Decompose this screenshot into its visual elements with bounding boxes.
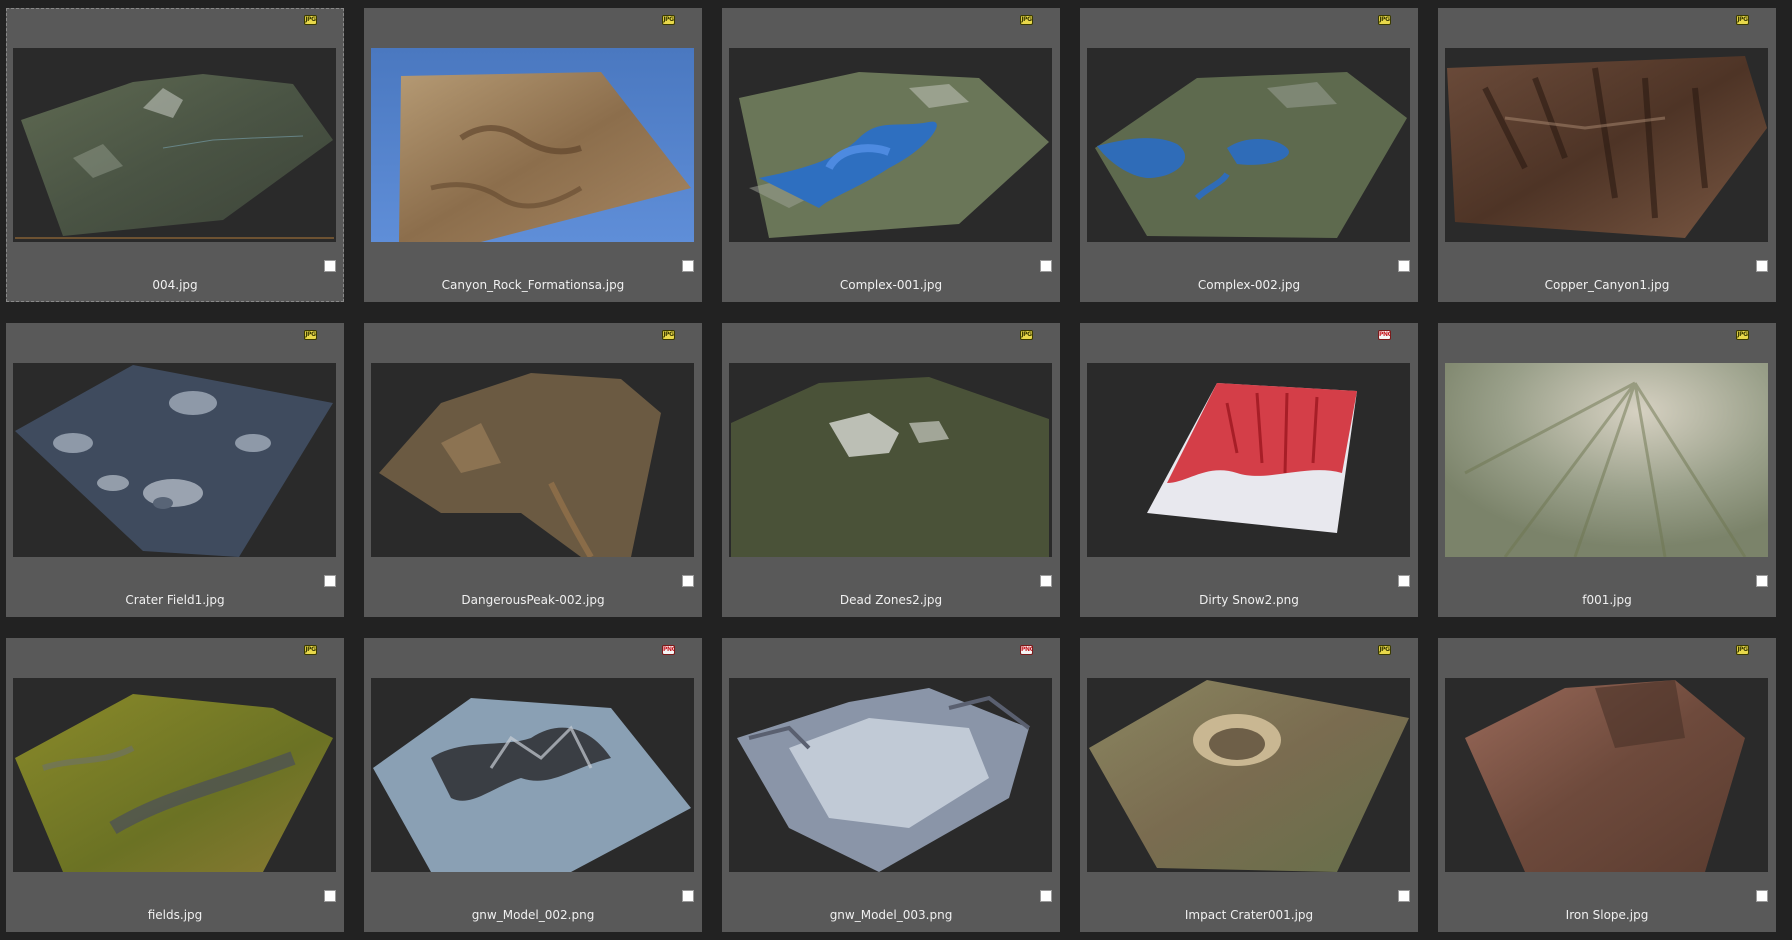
- jpg-badge-icon: JPG: [304, 645, 317, 655]
- jpg-badge-icon: JPG: [1020, 15, 1033, 25]
- terrain-thumbnail[interactable]: [1445, 48, 1768, 242]
- file-card[interactable]: JPG Complex-001.jpg: [722, 8, 1060, 302]
- file-name: Copper_Canyon1.jpg: [1544, 278, 1670, 292]
- terrain-thumbnail[interactable]: [371, 678, 694, 872]
- file-card[interactable]: JPG DangerousPeak-002.jpg: [364, 323, 702, 617]
- select-checkbox[interactable]: [1398, 260, 1410, 272]
- jpg-badge-icon: JPG: [662, 15, 675, 25]
- file-card[interactable]: JPG Impact Crater001.jpg: [1080, 638, 1418, 932]
- terrain-thumbnail[interactable]: [13, 48, 336, 242]
- select-checkbox[interactable]: [324, 890, 336, 902]
- terrain-thumbnail[interactable]: [13, 678, 336, 872]
- terrain-thumbnail[interactable]: [13, 363, 336, 557]
- select-checkbox[interactable]: [1040, 260, 1052, 272]
- jpg-badge-icon: JPG: [304, 15, 317, 25]
- file-card[interactable]: JPG fields.jpg: [6, 638, 344, 932]
- terrain-thumbnail[interactable]: [729, 363, 1052, 557]
- jpg-badge-icon: JPG: [1736, 15, 1749, 25]
- file-name: Crater Field1.jpg: [125, 593, 225, 607]
- file-card[interactable]: JPG Iron Slope.jpg: [1438, 638, 1776, 932]
- file-name: Complex-001.jpg: [839, 278, 943, 292]
- terrain-thumbnail[interactable]: [1087, 48, 1410, 242]
- file-card[interactable]: JPG Canyon_Rock_Formationsa.jpg: [364, 8, 702, 302]
- terrain-thumbnail[interactable]: [371, 48, 694, 242]
- terrain-thumbnail[interactable]: [371, 363, 694, 557]
- select-checkbox[interactable]: [1756, 260, 1768, 272]
- terrain-thumbnail[interactable]: [1087, 678, 1410, 872]
- jpg-badge-icon: JPG: [1020, 330, 1033, 340]
- png-badge-icon: PNG: [1020, 645, 1033, 655]
- file-name: Complex-002.jpg: [1197, 278, 1301, 292]
- terrain-thumbnail[interactable]: [729, 678, 1052, 872]
- select-checkbox[interactable]: [682, 575, 694, 587]
- jpg-badge-icon: JPG: [1736, 645, 1749, 655]
- file-card[interactable]: JPG Copper_Canyon1.jpg: [1438, 8, 1776, 302]
- select-checkbox[interactable]: [324, 260, 336, 272]
- file-card[interactable]: JPG Complex-002.jpg: [1080, 8, 1418, 302]
- file-name: Canyon_Rock_Formationsa.jpg: [441, 278, 625, 292]
- terrain-thumbnail[interactable]: [1087, 363, 1410, 557]
- select-checkbox[interactable]: [682, 890, 694, 902]
- select-checkbox[interactable]: [1398, 890, 1410, 902]
- file-name: Dead Zones2.jpg: [839, 593, 943, 607]
- terrain-thumbnail[interactable]: [1445, 678, 1768, 872]
- select-checkbox[interactable]: [1040, 575, 1052, 587]
- jpg-badge-icon: JPG: [662, 330, 675, 340]
- file-card[interactable]: JPG Crater Field1.jpg: [6, 323, 344, 617]
- jpg-badge-icon: JPG: [1378, 15, 1391, 25]
- terrain-thumbnail[interactable]: [729, 48, 1052, 242]
- file-card[interactable]: PNG gnw_Model_003.png: [722, 638, 1060, 932]
- file-name: gnw_Model_003.png: [829, 908, 953, 922]
- png-badge-icon: PNG: [1378, 330, 1391, 340]
- select-checkbox[interactable]: [1756, 575, 1768, 587]
- thumbnail-grid: JPG 004.jpg JPG Canyon_Rock_Formationsa.…: [0, 0, 1792, 940]
- png-badge-icon: PNG: [662, 645, 675, 655]
- select-checkbox[interactable]: [1040, 890, 1052, 902]
- file-card[interactable]: JPG f001.jpg: [1438, 323, 1776, 617]
- terrain-thumbnail[interactable]: [1445, 363, 1768, 557]
- file-card[interactable]: PNG Dirty Snow2.png: [1080, 323, 1418, 617]
- file-name: 004.jpg: [152, 278, 198, 292]
- jpg-badge-icon: JPG: [304, 330, 317, 340]
- jpg-badge-icon: JPG: [1378, 645, 1391, 655]
- file-name: gnw_Model_002.png: [471, 908, 595, 922]
- file-name: Iron Slope.jpg: [1565, 908, 1649, 922]
- file-name: fields.jpg: [147, 908, 203, 922]
- select-checkbox[interactable]: [682, 260, 694, 272]
- select-checkbox[interactable]: [1756, 890, 1768, 902]
- file-name: DangerousPeak-002.jpg: [461, 593, 605, 607]
- file-name: Dirty Snow2.png: [1199, 593, 1299, 607]
- select-checkbox[interactable]: [1398, 575, 1410, 587]
- file-card[interactable]: PNG gnw_Model_002.png: [364, 638, 702, 932]
- select-checkbox[interactable]: [324, 575, 336, 587]
- file-card[interactable]: JPG 004.jpg: [6, 8, 344, 302]
- file-name: f001.jpg: [1582, 593, 1632, 607]
- file-card[interactable]: JPG Dead Zones2.jpg: [722, 323, 1060, 617]
- file-name: Impact Crater001.jpg: [1184, 908, 1314, 922]
- jpg-badge-icon: JPG: [1736, 330, 1749, 340]
